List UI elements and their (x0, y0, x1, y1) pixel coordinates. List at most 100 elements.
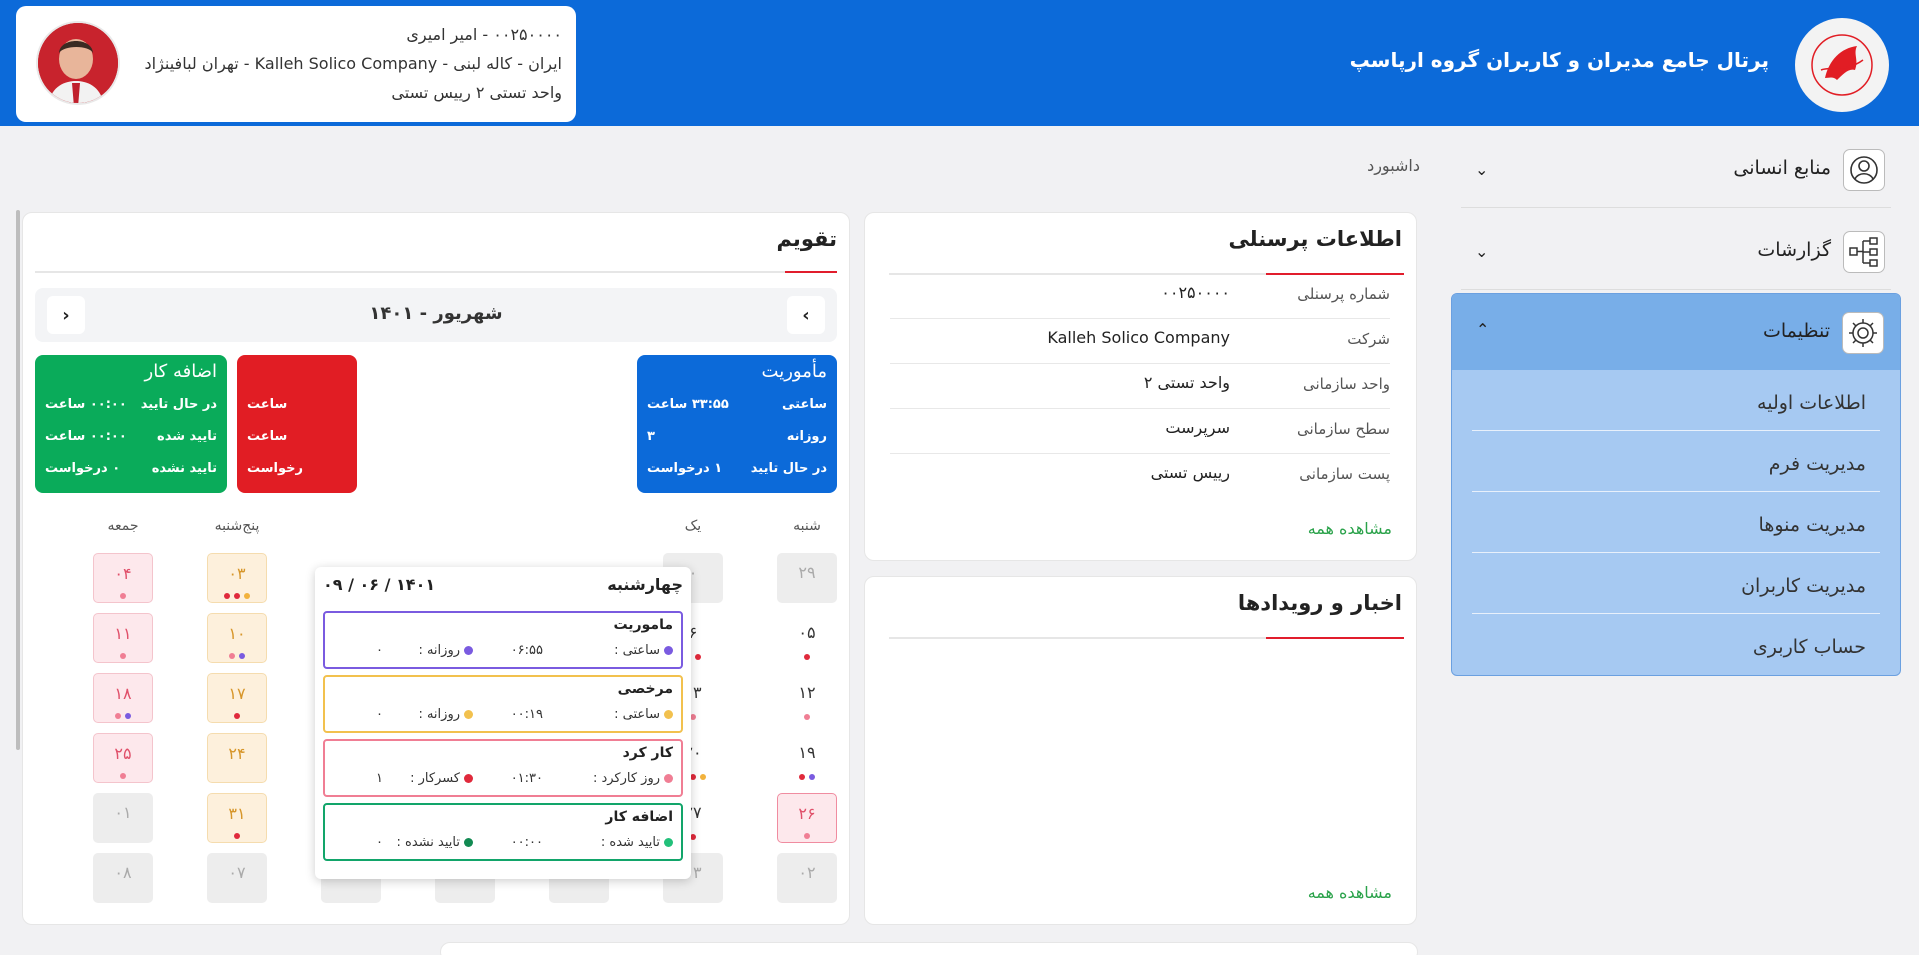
popup-summary-box: مرخصی ساعتی : ۰۰:۱۹ روزانه : ۰ (323, 675, 683, 733)
card-title: تقویم (776, 227, 837, 251)
popup-box-title: اضافه کار (605, 809, 673, 825)
calendar-day[interactable]: ۱۱ (93, 613, 153, 663)
calendar-day[interactable]: ۲۴ (207, 733, 267, 783)
event-dot (229, 653, 235, 659)
calendar-day[interactable]: ۱۰ (207, 613, 267, 663)
event-dots (777, 652, 837, 660)
event-dot (244, 593, 250, 599)
calendar-day[interactable]: ۲۹ (777, 553, 837, 603)
calendar-day[interactable]: ۰۷ (207, 853, 267, 903)
day-number: ۲۹ (798, 563, 816, 582)
stat-label: تایید شده (157, 429, 217, 444)
info-label: شرکت (1347, 330, 1390, 348)
calendar-day[interactable]: ۱۸ (93, 673, 153, 723)
calendar-day[interactable]: ۰۱ (93, 793, 153, 843)
submenu-item-user-management[interactable]: مدیریت کاربران (1472, 553, 1880, 614)
sidebar-item-hr[interactable]: منابع انسانی ⌄ (1461, 126, 1891, 208)
calendar-day[interactable]: ۱۲ (777, 673, 837, 723)
submenu-item-menu-management[interactable]: مدیریت منوها (1472, 492, 1880, 553)
event-dots (208, 651, 266, 659)
brand-logo[interactable] (1795, 18, 1889, 112)
calendar-day[interactable]: ۱۷ (207, 673, 267, 723)
sidebar-item-reports[interactable]: گزارشات ⌄ (1461, 208, 1891, 290)
calendar-day[interactable]: ۰۲ (777, 853, 837, 903)
card-title: اطلاعات پرسنلی (1228, 227, 1402, 251)
day-number: ۲۵ (114, 744, 132, 763)
calendar-day[interactable]: ۰۳ (207, 553, 267, 603)
stat-label: ساعت (247, 429, 288, 444)
event-dot (125, 713, 131, 719)
calendar-day[interactable]: ۰۸ (93, 853, 153, 903)
popup-box-title: ماموریت (613, 617, 673, 633)
calendar-day[interactable]: ۲۵ (93, 733, 153, 783)
info-row: شرکت Kalleh Solico Company (890, 320, 1390, 364)
event-dot (695, 654, 701, 660)
chevron-up-icon: ⌃ (1476, 320, 1490, 339)
info-value: Kalleh Solico Company (1047, 328, 1230, 347)
info-label: پست سازمانی (1299, 465, 1390, 483)
calendar-day[interactable]: ۳۱ (207, 793, 267, 843)
scrollbar[interactable] (16, 210, 20, 750)
breadcrumb[interactable]: داشبورد (1367, 156, 1420, 175)
calendar-card: تقویم › شهریور - ۱۴۰۱ ‹ مأموریت ساعتی ۳۳:… (22, 212, 850, 925)
day-number: ۰۳ (228, 564, 246, 583)
stat-label: تایید نشده (151, 461, 217, 476)
weekday-label: جمعه (107, 518, 139, 534)
chevron-down-icon: ⌄ (1475, 160, 1489, 179)
popup-date: ۱۴۰۱ / ۰۶ / ۰۹ (323, 575, 436, 594)
stat-title: اضافه کار (144, 361, 218, 382)
day-number: ۱۰ (228, 624, 246, 643)
sidebar: منابع انسانی ⌄ گزارشات ⌄ تنظیمات ⌃ اطلاع… (1451, 126, 1901, 676)
stat-value: ۰ درخواست (45, 461, 121, 476)
info-value: سرپرست (1165, 418, 1230, 437)
sidebar-item-label: تنظیمات (1762, 320, 1830, 342)
event-dot (120, 593, 126, 599)
day-number: ۰۷ (228, 863, 246, 882)
calendar-day[interactable]: ۰۵ (777, 613, 837, 663)
mission-summary-box[interactable]: مأموریت ساعتی ۳۳:۵۵ ساعت روزانه ۳ در حال ت… (637, 355, 837, 493)
popup-summary-box: کار کرد روز کارکرد : ۰۱:۳۰ کسرکار : ۱ (323, 739, 683, 797)
info-row: سطح سازمانی سرپرست (890, 410, 1390, 454)
submenu-item-form-management[interactable]: مدیریت فرم (1472, 431, 1880, 492)
day-number: ۳۱ (228, 804, 246, 823)
popup-value: ۱ (376, 771, 383, 786)
event-dot (120, 773, 126, 779)
user-card[interactable]: ۰۰۲۵۰۰۰۰ - امیر امیری ایران - کاله لبنی … (16, 6, 576, 122)
avatar[interactable] (36, 21, 120, 105)
calendar-day[interactable]: ۰۴ (93, 553, 153, 603)
event-dots (208, 591, 266, 599)
day-number: ۱۲ (798, 683, 816, 702)
view-all-link[interactable]: مشاهده همه (1308, 883, 1392, 902)
user-unit-line: واحد تستی ۲ رییس تستی (391, 83, 562, 102)
day-number: ۱۷ (228, 684, 246, 703)
prev-month-button[interactable]: ‹ (47, 296, 85, 334)
stat-value: ۰۰:۰۰ ساعت (45, 397, 127, 412)
info-row: پست سازمانی رییس تستی (890, 455, 1390, 499)
day-detail-popup: چهارشنبه ۱۴۰۱ / ۰۶ / ۰۹ ماموریت ساعتی : ۰۶… (315, 567, 691, 879)
popup-label: روز کارکرد : (593, 771, 673, 786)
view-all-link[interactable]: مشاهده همه (1308, 519, 1392, 538)
day-number: ۱۹ (798, 743, 816, 762)
stat-label: ساعت (247, 397, 288, 412)
chevron-down-icon: ⌄ (1475, 242, 1489, 261)
event-dots (94, 711, 152, 719)
sidebar-item-settings[interactable]: تنظیمات ⌃ (1452, 294, 1900, 370)
title-underline (35, 271, 837, 273)
personnel-info-card: اطلاعات پرسنلی شماره پرسنلی ۰۰۲۵۰۰۰۰ شرک… (864, 212, 1417, 561)
day-number: ۲۴ (228, 744, 246, 763)
calendar-day[interactable]: ۲۶ (777, 793, 837, 843)
overtime-summary-box[interactable]: اضافه کار در حال تایید ۰۰:۰۰ ساعت تایید ش… (35, 355, 227, 493)
event-dot (234, 713, 240, 719)
info-row: شماره پرسنلی ۰۰۲۵۰۰۰۰ (890, 275, 1390, 319)
stat-label: ساعتی (781, 397, 827, 412)
calendar-day[interactable]: ۱۹ (777, 733, 837, 783)
leave-summary-box[interactable]: ساعت ساعت رخواست (237, 355, 357, 493)
event-dot (804, 714, 810, 720)
popup-value: ۰۰:۰۰ (510, 835, 543, 850)
popup-value: ۰ (376, 835, 383, 850)
submenu-item-basic-info[interactable]: اطلاعات اولیه (1472, 370, 1880, 431)
submenu-item-user-account[interactable]: حساب کاربری (1472, 614, 1880, 675)
calendar-navigation: › شهریور - ۱۴۰۱ ‹ (35, 288, 837, 342)
card-title: اخبار و رویدادها (1237, 591, 1402, 615)
popup-label: کسرکار : (410, 771, 473, 786)
